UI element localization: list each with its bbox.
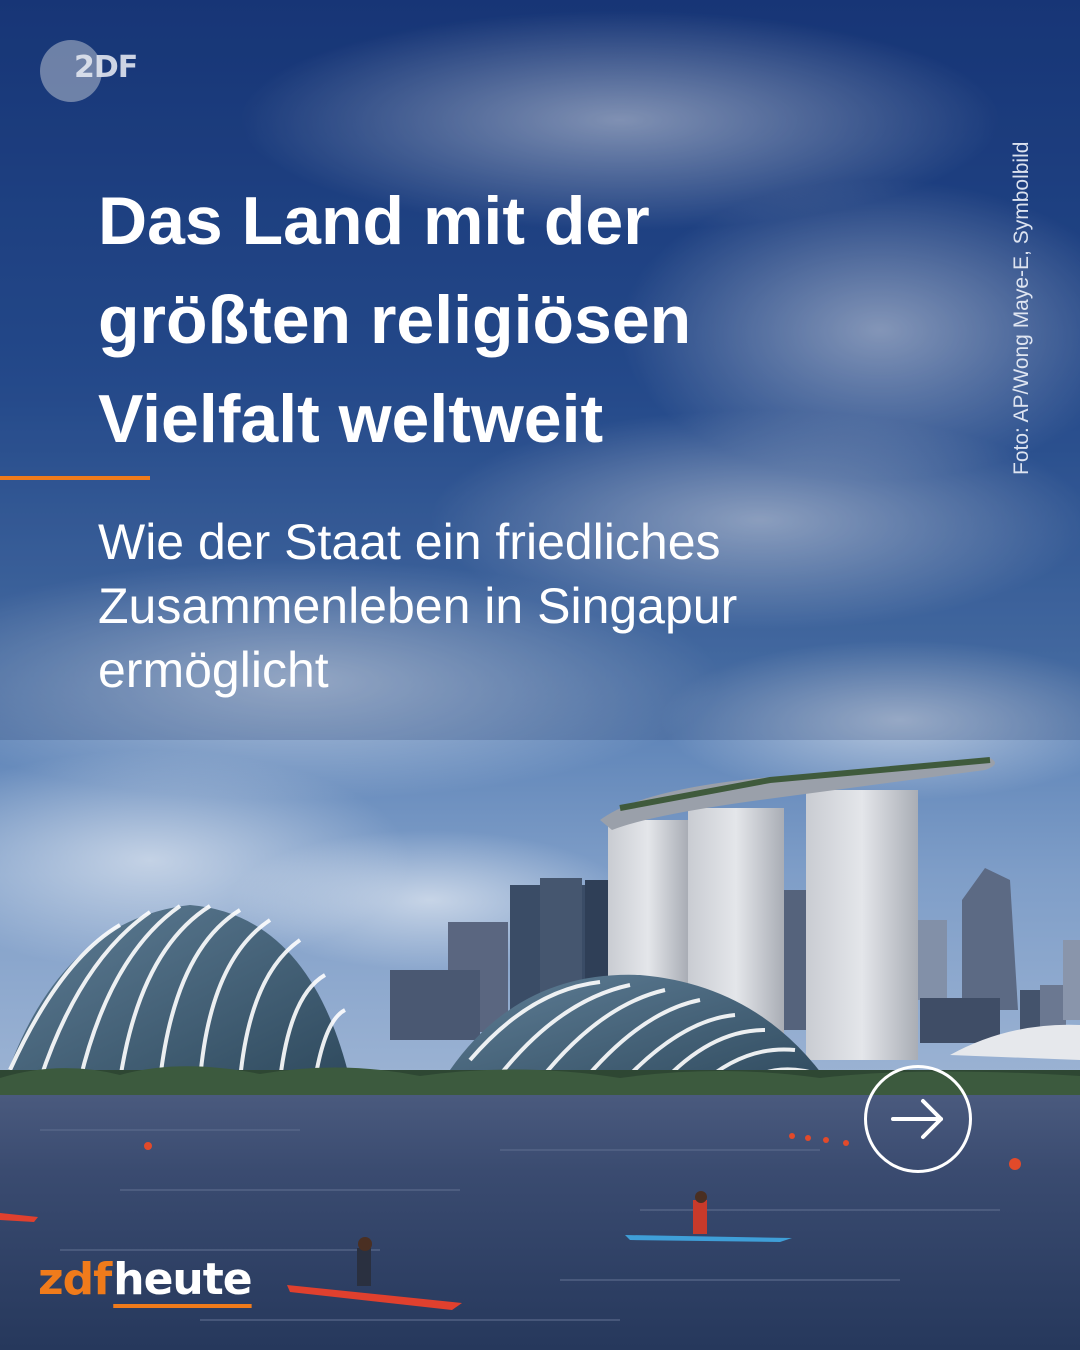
headline-line-2: größten religiösen [98,282,692,358]
brand-heute: heute [113,1254,252,1305]
social-card: 2DF Foto: AP/Wong Maye-E, Symbolbild Das… [0,0,1080,1350]
headline-line-1: Das Land mit der [98,183,650,259]
arrow-right-circle-icon [891,1099,943,1139]
subtitle: Wie der Staat ein friedliches Zusammenle… [98,510,978,702]
subtitle-line-3: ermöglicht [98,642,329,698]
headline: Das Land mit der größten religiösen Viel… [98,172,898,469]
next-slide-button[interactable] [864,1065,972,1173]
zdfheute-logo: zdfheute [38,1254,253,1305]
subtitle-line-1: Wie der Staat ein friedliches [98,514,721,570]
brand-zdf: zdf [38,1254,112,1305]
zdf-logo-text: 2DF [74,50,138,85]
photo-credit: Foto: AP/Wong Maye-E, Symbolbild [1010,141,1033,475]
accent-divider [0,476,150,480]
subtitle-line-2: Zusammenleben in Singapur [98,578,738,634]
headline-line-3: Vielfalt weltweit [98,381,604,457]
